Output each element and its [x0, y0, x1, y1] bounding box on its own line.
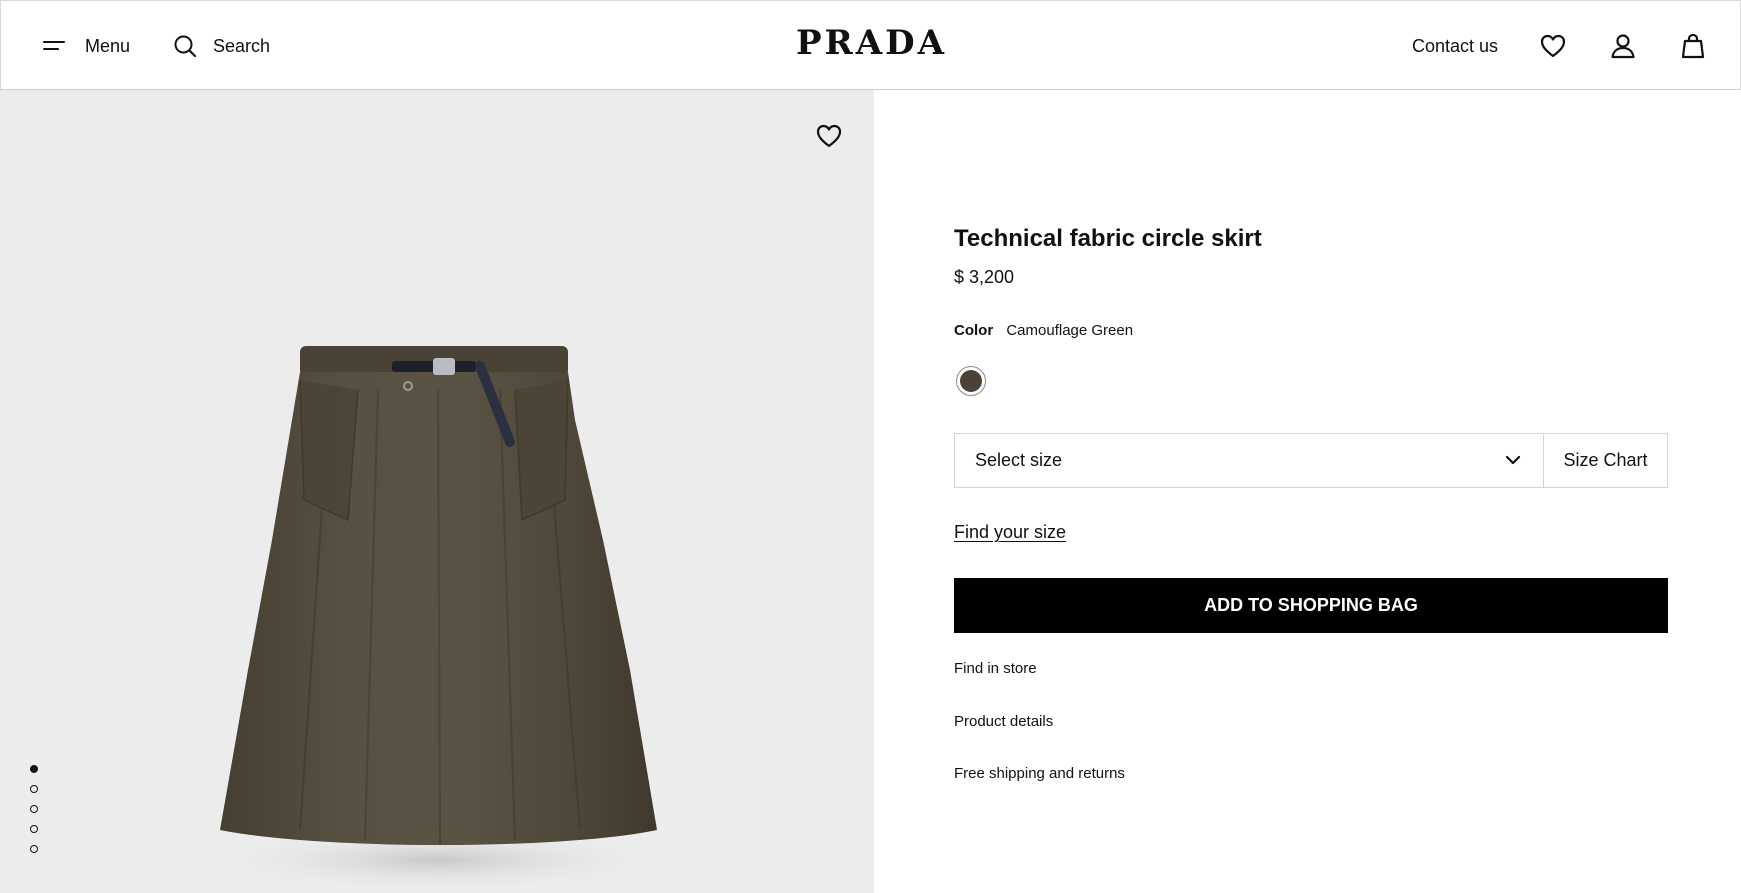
search-button[interactable]: Search	[173, 34, 270, 58]
search-icon	[174, 35, 197, 58]
color-swatch-fill	[960, 370, 982, 392]
size-selector-box: Select size Size Chart	[954, 433, 1668, 488]
gallery-dot-3[interactable]	[30, 805, 38, 813]
wishlist-heart-icon[interactable]	[1539, 32, 1567, 60]
select-size-dropdown[interactable]: Select size	[955, 434, 1544, 487]
select-size-label: Select size	[975, 450, 1063, 470]
gallery-dot-5[interactable]	[30, 845, 38, 853]
color-row: Color Camouflage Green	[954, 322, 1133, 339]
color-swatch-camouflage-green[interactable]	[956, 366, 986, 396]
free-shipping-returns-link[interactable]: Free shipping and returns	[954, 765, 1125, 782]
menu-icon	[43, 39, 65, 53]
product-image-skirt	[207, 346, 667, 892]
find-in-store-link[interactable]: Find in store	[954, 660, 1037, 677]
gallery-dot-4[interactable]	[30, 825, 38, 833]
prada-logo[interactable]: PRADA	[796, 23, 947, 63]
find-your-size-link[interactable]: Find your size	[954, 522, 1066, 543]
gallery-dot-1[interactable]	[30, 765, 38, 773]
contact-us-link[interactable]: Contact us	[1412, 1, 1498, 91]
product-price: $ 3,200	[954, 267, 1015, 287]
image-favorite-heart-icon[interactable]	[815, 122, 843, 150]
header-left: Menu Search	[43, 1, 270, 91]
add-to-shopping-bag-button[interactable]: ADD TO SHOPPING BAG	[954, 578, 1668, 633]
gallery-dot-2[interactable]	[30, 785, 38, 793]
chevron-down-icon	[1505, 455, 1521, 465]
product-title: Technical fabric circle skirt	[954, 225, 1262, 252]
site-header: Menu Search PRADA Contact us	[0, 0, 1741, 90]
size-chart-button[interactable]: Size Chart	[1544, 434, 1667, 487]
gallery-pagination	[30, 765, 38, 865]
search-label: Search	[213, 35, 271, 56]
menu-button[interactable]: Menu	[43, 36, 130, 57]
product-details-link[interactable]: Product details	[954, 713, 1053, 730]
color-value: Camouflage Green	[1006, 322, 1134, 339]
menu-label: Menu	[85, 35, 131, 56]
product-image-gallery[interactable]	[0, 90, 874, 893]
shopping-bag-icon[interactable]	[1679, 32, 1707, 60]
color-label: Color	[954, 322, 994, 339]
account-icon[interactable]	[1609, 32, 1637, 60]
